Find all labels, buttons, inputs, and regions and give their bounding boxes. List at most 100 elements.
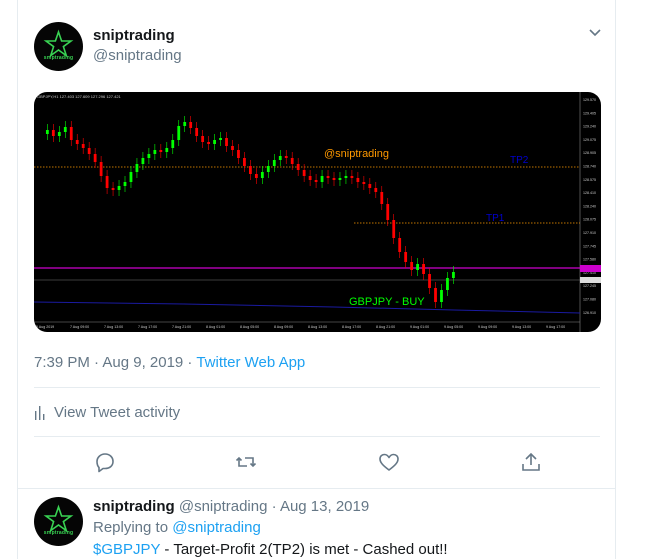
candle-body — [45, 130, 49, 134]
candle-body — [374, 188, 378, 192]
price-tick-label: 128.740 — [583, 165, 596, 169]
time-tick-label: 9 Aug 17:00 — [546, 325, 565, 329]
candle-body — [284, 156, 288, 158]
avatar[interactable]: sniptrading — [34, 22, 83, 71]
candle-body — [278, 156, 282, 160]
tweet-activity-link[interactable]: View Tweet activity — [34, 404, 180, 421]
price-tick-label: 129.570 — [583, 98, 596, 102]
time-tick-label: 8 Aug 17:00 — [342, 325, 361, 329]
timeline-border-left — [17, 0, 18, 559]
time-tick-label: 7 Aug 13:00 — [104, 325, 123, 329]
candle-body — [111, 188, 115, 190]
avatar-text: sniptrading — [43, 530, 74, 536]
candle-body — [410, 262, 414, 270]
price-tick-label: 127.745 — [583, 244, 596, 248]
price-tick-label: 128.410 — [583, 191, 596, 195]
chart-image[interactable]: 129.570 129.405 129.240 129.075 128.905 128.7… — [34, 92, 601, 332]
handle[interactable]: @sniptrading — [93, 47, 182, 64]
source-app-link[interactable]: Twitter Web App — [196, 354, 305, 371]
time-tick-label: 7 Aug 17:00 — [138, 325, 157, 329]
candle-body — [105, 176, 109, 188]
candle-body — [332, 178, 336, 180]
candle-body — [123, 182, 127, 186]
time-tick-label: 8 Aug 09:00 — [274, 325, 293, 329]
replying-handle-link[interactable]: @sniptrading — [172, 519, 261, 536]
time-tick-label: 8 Aug 13:00 — [308, 325, 327, 329]
reply-icon[interactable] — [94, 451, 116, 473]
candle-body — [404, 252, 408, 262]
symbol-header: GBPJPY,H1 127.403 127.609 127.296 127.42… — [37, 94, 122, 99]
candle-body — [141, 158, 145, 164]
watermark: @sniptrading — [324, 148, 389, 160]
candle-body — [338, 178, 342, 180]
reply-text: $GBPJPY - Target-Profit 2(TP2) is met - … — [93, 541, 448, 558]
time-tick-label: 9 Aug 05:00 — [444, 325, 463, 329]
candle-body — [326, 176, 330, 178]
candle-body — [380, 192, 384, 204]
candle-body — [416, 264, 419, 270]
price-tick-label: 128.575 — [583, 178, 596, 182]
candle-body — [159, 150, 163, 152]
candle-body — [165, 148, 169, 152]
candle-body — [356, 178, 360, 182]
candle-body — [368, 184, 372, 188]
price-tick-label: 127.245 — [583, 284, 596, 288]
tweet-timestamp-row: 7:39 PM · Aug 9, 2019 · Twitter Web App — [34, 354, 305, 371]
tp1-label: TP1 — [486, 213, 505, 224]
price-tick-label: 129.240 — [583, 125, 596, 129]
candle-body — [93, 154, 97, 162]
replying-to: Replying to @sniptrading — [93, 519, 261, 536]
time-axis: 5 Aug 2019 7 Aug 09:00 7 Aug 13:00 7 Aug 17… — [36, 325, 565, 329]
price-tick-label: 128.240 — [583, 204, 596, 208]
replying-prefix: Replying to — [93, 519, 173, 536]
price-tick-label: 127.080 — [583, 298, 596, 302]
time-tick-label: 7 Aug 21:00 — [172, 325, 191, 329]
like-icon[interactable] — [378, 451, 400, 473]
cashtag-link[interactable]: $GBPJPY — [93, 541, 160, 558]
chevron-down-icon[interactable] — [588, 28, 602, 38]
entry-price-marker — [580, 265, 601, 272]
candles — [45, 116, 455, 308]
reply-display-name[interactable]: sniptrading — [93, 498, 175, 515]
candle-body — [392, 220, 396, 238]
candle-body — [231, 146, 234, 150]
candle-body — [135, 164, 139, 172]
time-tick-label: 9 Aug 09:00 — [478, 325, 497, 329]
share-icon[interactable] — [520, 451, 542, 473]
display-name[interactable]: sniptrading — [93, 27, 175, 44]
candle-body — [422, 264, 425, 274]
candle-body — [201, 136, 205, 142]
signal-label: GBPJPY - BUY — [349, 296, 425, 308]
timestamp[interactable]: 7:39 PM · Aug 9, 2019 · — [34, 354, 196, 371]
time-tick-label: 8 Aug 05:00 — [240, 325, 259, 329]
price-tick-label: 129.075 — [583, 138, 596, 142]
candle-body — [171, 140, 175, 148]
candle-body — [237, 150, 240, 158]
candle-body — [183, 122, 187, 126]
candle-body — [249, 166, 252, 174]
candle-body — [99, 162, 103, 176]
candle-body — [266, 166, 270, 172]
candle-body — [434, 288, 437, 302]
candle-body — [386, 204, 390, 220]
reply-handle-date[interactable]: @sniptrading · Aug 13, 2019 — [175, 498, 369, 515]
candle-body — [147, 154, 151, 158]
candle-body — [362, 182, 366, 184]
candle-body — [81, 144, 85, 148]
price-tick-label: 127.580 — [583, 258, 596, 262]
avatar-text: sniptrading — [43, 55, 74, 61]
candle-body — [446, 278, 449, 290]
price-tick-label: 128.075 — [583, 218, 596, 222]
candle-body — [87, 148, 91, 154]
candle-body — [51, 130, 55, 136]
moving-average — [34, 301, 581, 314]
reply-header: sniptrading @sniptrading · Aug 13, 2019 — [93, 498, 369, 515]
divider — [34, 387, 600, 388]
reply-avatar[interactable]: sniptrading — [34, 497, 83, 546]
price-tick-label: 127.910 — [583, 231, 596, 235]
candle-body — [254, 174, 258, 178]
retweet-icon[interactable] — [235, 451, 257, 473]
divider — [34, 436, 600, 437]
tp2-label: TP2 — [510, 155, 529, 166]
candle-body — [129, 172, 133, 182]
